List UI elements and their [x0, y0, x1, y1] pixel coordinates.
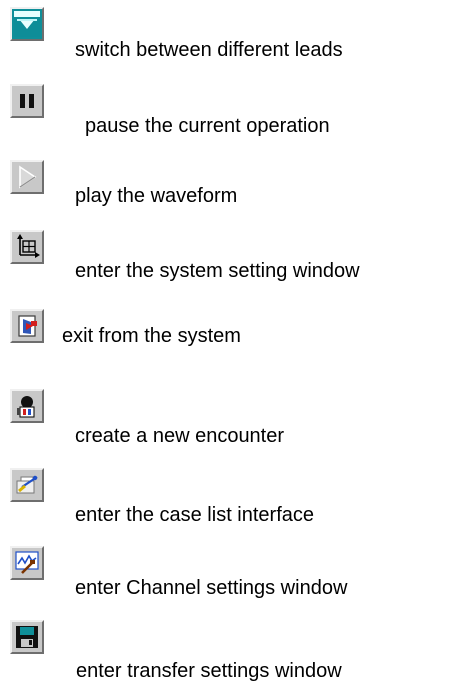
- exit-icon: [10, 309, 44, 343]
- legend-row-switch-leads: switch between different leads: [0, 0, 453, 61]
- legend-label-switch-leads: switch between different leads: [75, 39, 343, 61]
- play-icon: [10, 160, 44, 194]
- legend-row-new-encounter: create a new encounter: [0, 387, 453, 447]
- channel-settings-icon: [10, 546, 44, 580]
- legend-row-pause: pause the current operation: [0, 78, 453, 138]
- legend-label-pause: pause the current operation: [85, 115, 330, 137]
- legend-row-play: play the waveform: [0, 156, 453, 216]
- legend-row-exit: exit from the system: [0, 305, 453, 365]
- switch-leads-icon: [10, 7, 44, 41]
- case-list-icon: [10, 468, 44, 502]
- legend-row-channel-settings: enter Channel settings window: [0, 544, 453, 604]
- legend-row-transfer-settings: enter transfer settings window: [0, 617, 453, 682]
- legend-label-exit: exit from the system: [62, 325, 241, 347]
- new-encounter-icon: [10, 389, 44, 423]
- legend-label-case-list: enter the case list interface: [75, 504, 315, 526]
- pause-icon: [10, 84, 44, 118]
- legend-label-transfer-settings: enter transfer settings window: [76, 660, 342, 682]
- system-setting-icon: [10, 230, 44, 264]
- floppy-disk-icon: [10, 620, 44, 654]
- legend-row-case-list: enter the case list interface: [0, 466, 453, 526]
- legend-label-system-setting: enter the system setting window: [75, 260, 360, 282]
- legend-label-play: play the waveform: [75, 185, 238, 207]
- legend-row-system-setting: enter the system setting window: [0, 228, 453, 288]
- legend-label-channel-settings: enter Channel settings window: [75, 577, 348, 599]
- legend-label-new-encounter: create a new encounter: [75, 425, 285, 447]
